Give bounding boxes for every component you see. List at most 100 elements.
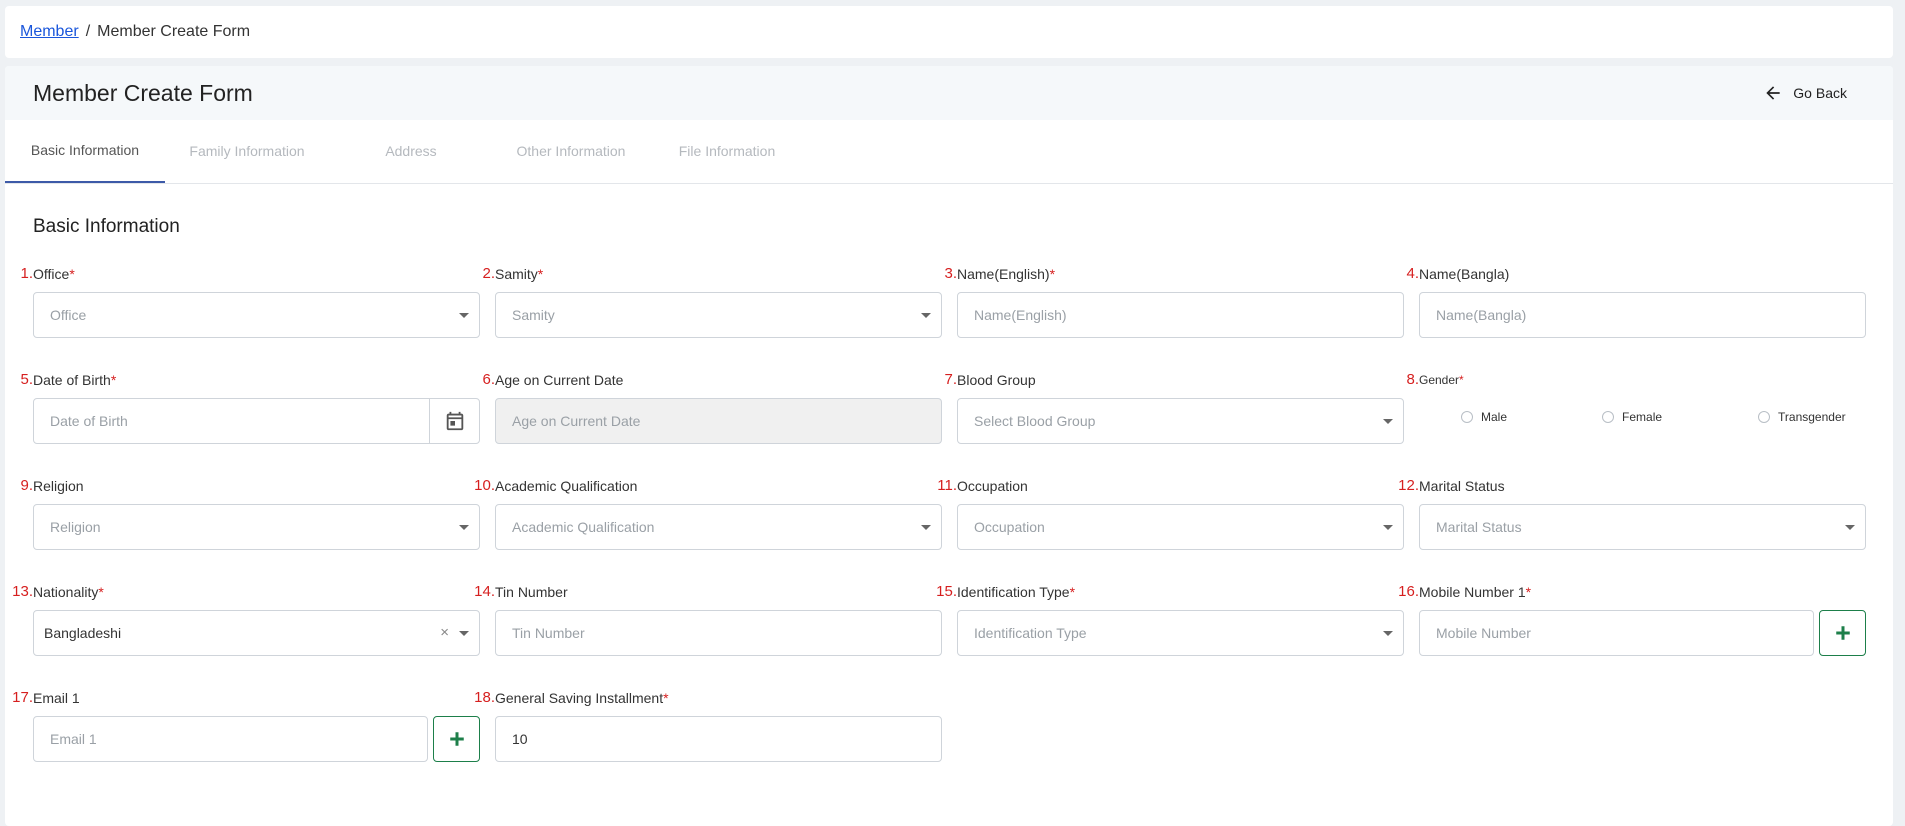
date-of-birth-input[interactable]: Date of Birth <box>33 398 480 444</box>
field-number: 15. <box>936 583 957 600</box>
age-input: Age on Current Date <box>495 398 942 444</box>
add-mobile-button[interactable] <box>1819 610 1866 656</box>
blood-group-field: 7. Blood Group Select Blood Group <box>944 371 1404 444</box>
breadcrumb-separator: / <box>85 23 91 40</box>
marital-status-field: 12. Marital Status Marital Status <box>1398 477 1866 550</box>
office-select[interactable]: Office <box>33 292 480 338</box>
required-asterisk: * <box>1525 584 1532 600</box>
marital-status-select[interactable]: Marital Status <box>1419 504 1866 550</box>
plus-icon <box>1835 626 1850 640</box>
arrow-left-icon <box>1766 86 1780 100</box>
field-number: 14. <box>474 583 495 600</box>
name-english-field: 3. Name(English)* Name(English) <box>944 265 1404 338</box>
section-title: Basic Information <box>33 216 180 237</box>
field-number: 6. <box>482 371 495 388</box>
required-asterisk: * <box>98 584 104 600</box>
name-bangla-label: Name(Bangla) <box>1419 266 1510 282</box>
date-of-birth-label: Date of Birth* <box>33 372 117 388</box>
identification-type-select[interactable]: Identification Type <box>957 610 1404 656</box>
age-label: Age on Current Date <box>495 372 624 388</box>
tab-bar: Basic Information Family Information Add… <box>5 120 1893 184</box>
gender-transgender-radio[interactable]: Transgender <box>1758 410 1846 424</box>
name-english-input[interactable]: Name(English) <box>957 292 1404 338</box>
field-number: 13. <box>12 583 33 600</box>
general-saving-field: 18. General Saving Installment* 10 <box>474 689 942 762</box>
field-number: 8. <box>1406 371 1419 388</box>
name-bangla-field: 4. Name(Bangla) Name(Bangla) <box>1406 265 1866 338</box>
religion-label: Religion <box>33 478 84 494</box>
required-asterisk: * <box>1459 373 1464 387</box>
required-asterisk: * <box>110 372 117 388</box>
samity-select[interactable]: Samity <box>495 292 942 338</box>
chevron-down-icon <box>1383 525 1393 530</box>
general-saving-label: General Saving Installment* <box>495 690 669 706</box>
tab-address[interactable]: Address <box>329 119 493 183</box>
occupation-select[interactable]: Occupation <box>957 504 1404 550</box>
field-number: 12. <box>1398 477 1419 494</box>
marital-status-label: Marital Status <box>1419 478 1505 494</box>
required-asterisk: * <box>69 266 75 282</box>
email-field: 17. Email 1 Email 1 <box>12 689 480 762</box>
page-title: Member Create Form <box>33 79 253 106</box>
chevron-down-icon <box>1383 631 1393 636</box>
clear-icon[interactable]: × <box>440 624 449 641</box>
gender-male-radio[interactable]: Male <box>1461 410 1507 424</box>
email-label: Email 1 <box>33 690 80 706</box>
tin-number-input[interactable]: Tin Number <box>495 610 942 656</box>
calendar-button[interactable] <box>429 399 479 443</box>
gender-radio-group: Male Female Transgender <box>1419 407 1866 427</box>
blood-group-label: Blood Group <box>957 372 1036 388</box>
field-number: 4. <box>1406 265 1419 282</box>
academic-qualification-select[interactable]: Academic Qualification <box>495 504 942 550</box>
tin-number-label: Tin Number <box>495 584 568 600</box>
plus-icon <box>449 732 464 746</box>
blood-group-select[interactable]: Select Blood Group <box>957 398 1404 444</box>
date-of-birth-field: 5. Date of Birth* Date of Birth <box>20 371 480 444</box>
chevron-down-icon <box>921 313 931 318</box>
required-asterisk: * <box>537 266 544 282</box>
tab-basic-information[interactable]: Basic Information <box>5 119 165 183</box>
mobile-number-input[interactable]: Mobile Number <box>1419 610 1814 656</box>
chevron-down-icon <box>921 525 931 530</box>
academic-qualification-field: 10. Academic Qualification Academic Qual… <box>474 477 942 550</box>
religion-select[interactable]: Religion <box>33 504 480 550</box>
nationality-select[interactable]: Bangladeshi × <box>33 610 480 656</box>
nationality-label: Nationality* <box>33 584 104 600</box>
tab-family-information[interactable]: Family Information <box>165 119 329 183</box>
breadcrumb-member-link[interactable]: Member <box>20 23 79 41</box>
general-saving-input[interactable]: 10 <box>495 716 942 762</box>
radio-circle <box>1602 411 1615 423</box>
required-asterisk: * <box>663 690 669 706</box>
radio-circle <box>1758 411 1771 423</box>
chevron-down-icon <box>459 631 469 636</box>
gender-field: 8. Gender* Male Female Transgender <box>1406 371 1866 427</box>
go-back-label: Go Back <box>1793 85 1847 101</box>
identification-type-field: 15. Identification Type* Identification … <box>936 583 1404 656</box>
email-input[interactable]: Email 1 <box>33 716 428 762</box>
chevron-down-icon <box>459 525 469 530</box>
name-bangla-input[interactable]: Name(Bangla) <box>1419 292 1866 338</box>
tab-other-information[interactable]: Other Information <box>493 119 649 183</box>
name-english-label: Name(English)* <box>957 266 1056 282</box>
field-number: 7. <box>944 371 957 388</box>
occupation-label: Occupation <box>957 478 1028 494</box>
breadcrumb: Member / Member Create Form <box>5 6 1893 58</box>
religion-field: 9. Religion Religion <box>20 477 480 550</box>
radio-circle <box>1461 411 1473 423</box>
form-card: Member Create Form Go Back Basic Informa… <box>5 66 1893 826</box>
field-number: 3. <box>944 265 957 282</box>
field-number: 11. <box>937 477 957 494</box>
tab-file-information[interactable]: File Information <box>649 119 805 183</box>
nationality-field: 13. Nationality* Bangladeshi × <box>12 583 480 656</box>
field-number: 17. <box>12 689 33 706</box>
breadcrumb-current: Member Create Form <box>97 23 251 40</box>
gender-female-radio[interactable]: Female <box>1602 410 1662 424</box>
add-email-button[interactable] <box>433 716 480 762</box>
office-field: 1. Office* Office <box>20 265 480 338</box>
mobile-number-field: 16. Mobile Number 1* Mobile Number <box>1398 583 1866 656</box>
identification-type-label: Identification Type* <box>957 584 1076 600</box>
tin-number-field: 14. Tin Number Tin Number <box>474 583 942 656</box>
gender-label: Gender* <box>1419 373 1464 387</box>
go-back-button[interactable]: Go Back <box>1763 83 1847 103</box>
card-header: Member Create Form Go Back <box>5 66 1893 120</box>
